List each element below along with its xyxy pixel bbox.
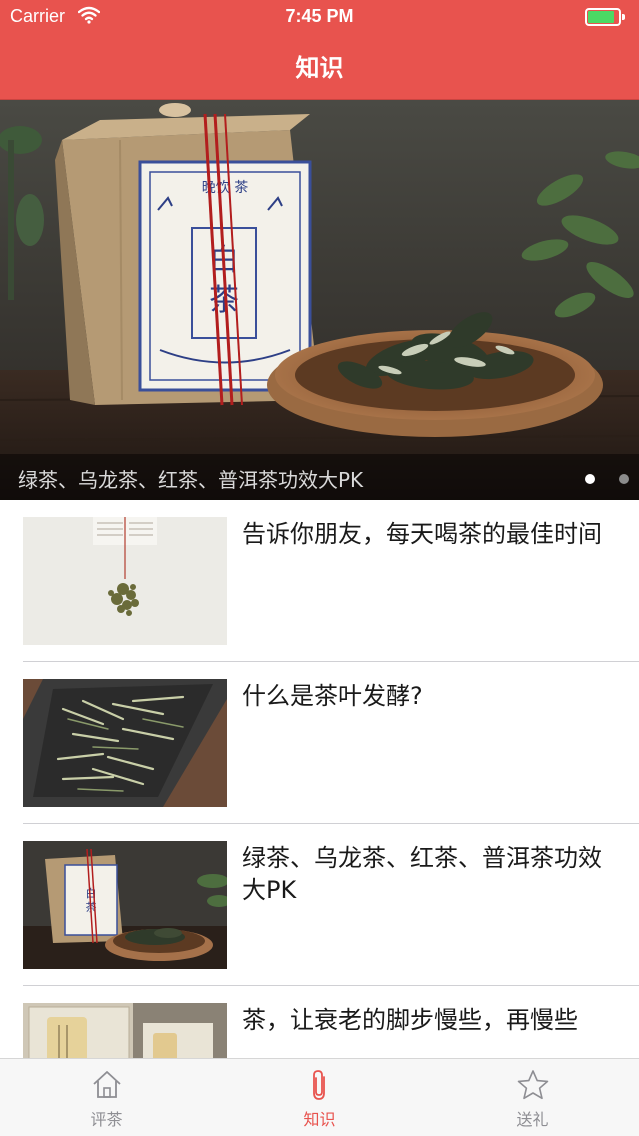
- page-dot-1[interactable]: [585, 474, 595, 484]
- tab-label: 评茶: [90, 1110, 123, 1129]
- article-title: 告诉你朋友，每天喝茶的最佳时间: [242, 520, 602, 548]
- page-dot-2[interactable]: [619, 474, 629, 484]
- tab-review[interactable]: 评茶: [0, 1059, 213, 1136]
- banner-caption: 绿茶、乌龙茶、红茶、普洱茶功效大PK: [18, 468, 364, 492]
- tab-gift[interactable]: 送礼: [426, 1059, 639, 1136]
- status-time: 7:45 PM: [285, 6, 354, 26]
- tea-canisters-icon: [23, 1003, 227, 1058]
- banner-carousel[interactable]: 白 茶 晚饮 茶 绿茶、乌龙茶、红茶、普洱茶功效大: [0, 100, 639, 500]
- navigation-bar: 知识: [0, 34, 639, 100]
- paperclip-icon: [313, 1070, 325, 1100]
- status-bar: Carrier 7:45 PM: [0, 0, 639, 34]
- article-list[interactable]: 告诉你朋友，每天喝茶的最佳时间 什么是茶叶发酵? 白 绿茶、乌龙茶、红茶、普洱茶…: [0, 500, 639, 1058]
- list-item[interactable]: 茶，让衰老的脚步慢些，再慢些: [0, 986, 639, 1058]
- tea-package-icon: 白 茶: [23, 841, 227, 969]
- tab-knowledge[interactable]: 知识: [213, 1059, 426, 1136]
- banner-image: 白 茶 晚饮 茶: [0, 100, 639, 500]
- list-item[interactable]: 告诉你朋友，每天喝茶的最佳时间: [0, 500, 639, 662]
- article-title: 茶，让衰老的脚步慢些，再慢些: [242, 1006, 578, 1034]
- battery-icon: [585, 8, 625, 26]
- article-title: 什么是茶叶发酵?: [242, 682, 423, 710]
- article-thumbnail: 白 茶: [23, 841, 227, 969]
- house-icon: [93, 1071, 121, 1098]
- list-item[interactable]: 白 茶 绿茶、乌龙茶、红茶、普洱茶功效大PK: [0, 824, 639, 986]
- tab-label: 送礼: [516, 1110, 549, 1129]
- star-icon: [517, 1070, 549, 1100]
- white-tea-tray-icon: [23, 679, 227, 807]
- page-title: 知识: [295, 54, 344, 82]
- list-item[interactable]: 什么是茶叶发酵?: [0, 662, 639, 824]
- page-indicator[interactable]: [561, 469, 629, 488]
- article-thumbnail: [23, 679, 227, 807]
- tea-leaves-falling-icon: [23, 517, 227, 645]
- article-thumbnail: [23, 1003, 227, 1058]
- article-thumbnail: [23, 517, 227, 645]
- article-title: 绿茶、乌龙茶、红茶、普洱茶功效大PK: [242, 844, 602, 904]
- tab-bar: 评茶 知识 送礼: [0, 1058, 639, 1136]
- banner-caption-bar: 绿茶、乌龙茶、红茶、普洱茶功效大PK: [0, 454, 639, 500]
- tab-label: 知识: [303, 1110, 336, 1129]
